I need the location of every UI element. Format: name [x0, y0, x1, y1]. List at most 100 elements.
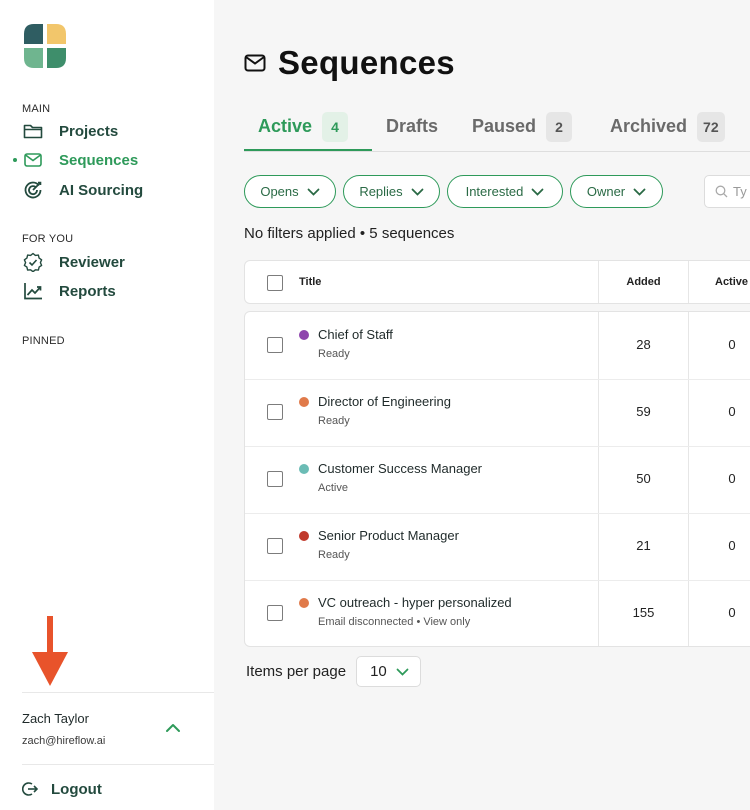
table-row[interactable]: Chief of Staff Ready 28 0 [245, 312, 750, 379]
filter-label: Opens [260, 184, 299, 199]
sidebar-item-label: Sequences [59, 151, 139, 169]
tab-label: Paused [472, 116, 537, 136]
row-checkbox[interactable] [267, 471, 283, 487]
sequence-status: Ready [318, 348, 350, 360]
hireflow-logo [24, 24, 66, 68]
filter-label: Interested [465, 184, 524, 199]
tab-archived[interactable]: Archived 72 [610, 112, 725, 152]
chevron-down-icon [396, 668, 409, 676]
status-dot [299, 397, 309, 407]
status-dot [299, 330, 309, 340]
filter-interested[interactable]: Interested [447, 175, 563, 208]
search-input[interactable]: Ty [704, 175, 750, 208]
chevron-down-icon [532, 188, 544, 196]
column-header-added[interactable]: Added [599, 276, 688, 288]
items-per-page-label: Items per page [246, 663, 347, 680]
select-all-checkbox[interactable] [267, 275, 283, 291]
pagination: Items per page 10 [246, 656, 422, 687]
sidebar-item-ai-sourcing[interactable]: AI Sourcing [22, 178, 143, 202]
divider [22, 764, 214, 765]
tab-drafts[interactable]: Drafts [386, 112, 438, 152]
chevron-down-icon [411, 188, 424, 196]
sequence-status: Ready [318, 549, 350, 561]
column-header-active[interactable]: Active [715, 276, 748, 288]
mail-icon [244, 54, 266, 72]
down-arrow-annotation [32, 616, 68, 686]
tab-label: Drafts [386, 116, 439, 136]
sidebar-item-reviewer[interactable]: Reviewer [22, 250, 125, 274]
sequence-status: Active [318, 482, 348, 494]
section-label-main: MAIN [22, 103, 51, 115]
active-count: 0 [728, 538, 736, 553]
logout-icon [22, 781, 40, 797]
added-count: 21 [636, 538, 651, 553]
added-count: 28 [636, 337, 651, 352]
items-per-page-select[interactable]: 10 [356, 656, 422, 687]
status-dot [299, 531, 309, 541]
active-count: 0 [728, 337, 736, 352]
tab-paused[interactable]: Paused 2 [472, 112, 573, 152]
sidebar-item-label: Projects [59, 122, 119, 140]
active-count: 0 [728, 471, 736, 486]
column-divider [688, 261, 689, 303]
search-icon [715, 185, 728, 198]
filter-summary: No filters applied • 5 sequences [244, 225, 455, 242]
added-count: 50 [636, 471, 651, 486]
row-checkbox[interactable] [267, 605, 283, 621]
filter-opens[interactable]: Opens [244, 175, 336, 208]
column-header-title[interactable]: Title [299, 276, 321, 288]
page-title: Sequences [278, 44, 455, 81]
user-name[interactable]: Zach Taylor [22, 711, 89, 726]
sidebar-item-sequences[interactable]: Sequences [22, 148, 138, 172]
folder-icon [22, 120, 44, 142]
search-placeholder: Ty [733, 184, 747, 199]
sequence-title[interactable]: Chief of Staff [318, 327, 393, 342]
section-label-pinned: PINNED [22, 335, 65, 347]
sequence-title[interactable]: Director of Engineering [318, 394, 451, 409]
active-indicator [13, 158, 17, 162]
table-header: Title Added Active [244, 260, 750, 304]
sequence-title[interactable]: Customer Success Manager [318, 461, 482, 476]
items-per-page-value: 10 [370, 663, 387, 680]
filter-label: Replies [359, 184, 403, 199]
logout-button[interactable]: Logout [22, 778, 102, 800]
divider [22, 692, 214, 693]
row-checkbox[interactable] [267, 404, 283, 420]
tab-count: 4 [322, 112, 349, 142]
chart-icon [22, 280, 44, 302]
row-checkbox[interactable] [267, 538, 283, 554]
row-checkbox[interactable] [267, 337, 283, 353]
sidebar-item-reports[interactable]: Reports [22, 279, 116, 303]
added-count: 155 [632, 605, 655, 620]
filter-owner[interactable]: Owner [570, 175, 663, 208]
logout-label: Logout [51, 780, 102, 798]
mail-icon [22, 149, 44, 171]
active-count: 0 [728, 404, 736, 419]
sequence-title[interactable]: VC outreach - hyper personalized [318, 595, 512, 610]
status-dot [299, 464, 309, 474]
tab-count: 2 [546, 112, 573, 142]
badge-check-icon [22, 251, 44, 273]
filter-replies[interactable]: Replies [343, 175, 440, 208]
table-row[interactable]: VC outreach - hyper personalized Email d… [245, 580, 750, 647]
chevron-down-icon [307, 188, 320, 196]
chevron-down-icon [633, 188, 646, 196]
sequence-title[interactable]: Senior Product Manager [318, 528, 459, 543]
tab-label: Active [258, 116, 313, 136]
sidebar: MAIN Projects Sequences AI Sourcing FOR … [0, 0, 214, 810]
page-header: Sequences [244, 44, 455, 82]
sidebar-item-label: Reviewer [59, 253, 125, 271]
status-dot [299, 598, 309, 608]
sidebar-item-projects[interactable]: Projects [22, 119, 118, 143]
active-count: 0 [728, 605, 736, 620]
table-row[interactable]: Director of Engineering Ready 59 0 [245, 379, 750, 446]
sidebar-item-label: AI Sourcing [59, 181, 144, 199]
tab-active[interactable]: Active 4 [244, 112, 372, 152]
table-body: Chief of Staff Ready 28 0 Director of En… [244, 311, 750, 647]
section-label-for-you: FOR YOU [22, 233, 74, 245]
chevron-up-icon[interactable] [165, 722, 181, 734]
tab-count: 72 [697, 112, 725, 142]
table-row[interactable]: Senior Product Manager Ready 21 0 [245, 513, 750, 580]
tab-label: Archived [610, 116, 688, 136]
table-row[interactable]: Customer Success Manager Active 50 0 [245, 446, 750, 513]
